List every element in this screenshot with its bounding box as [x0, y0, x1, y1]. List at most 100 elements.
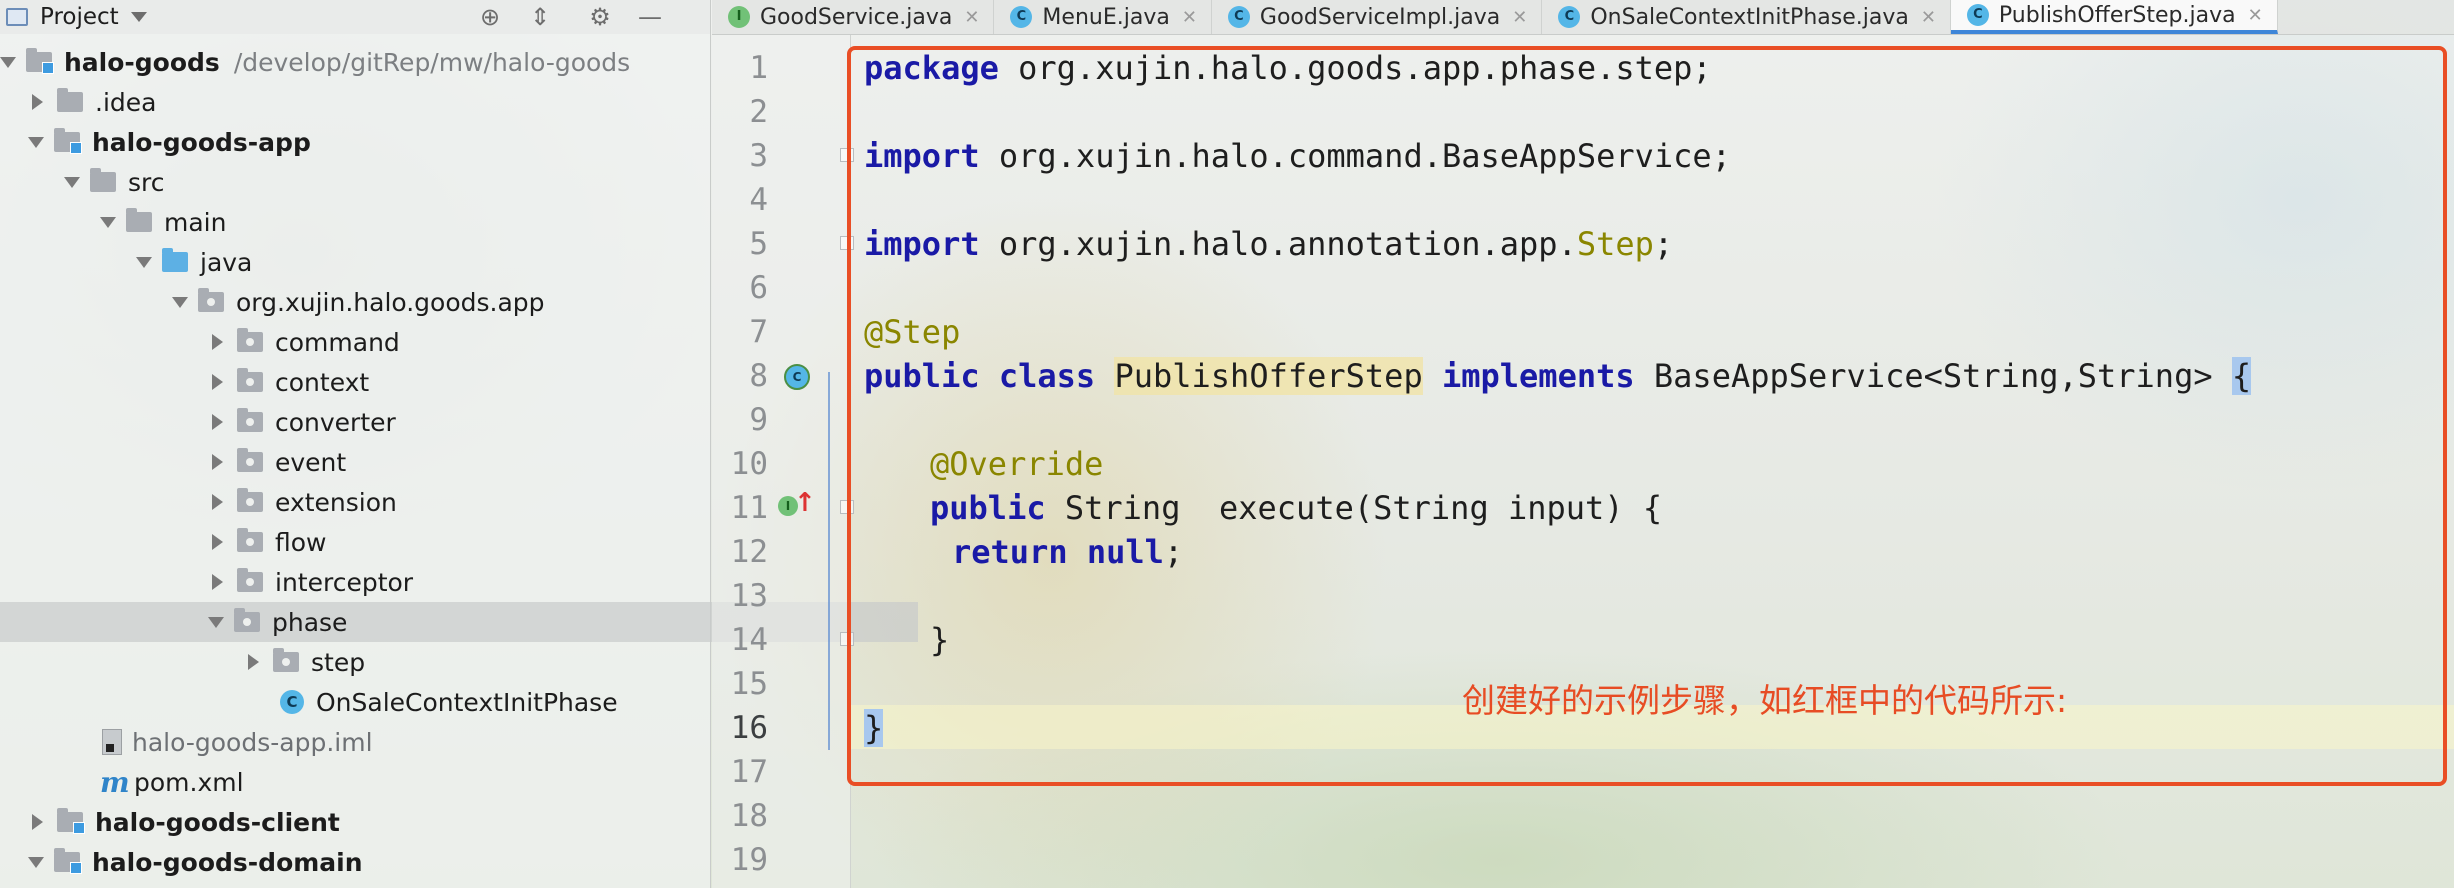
package-icon [237, 368, 263, 392]
line-number: 2 [749, 94, 768, 130]
line-number: 18 [730, 798, 768, 834]
chevron-right-icon[interactable] [212, 374, 223, 390]
line-number: 9 [749, 402, 768, 438]
tab-label: GoodServiceImpl.java [1259, 4, 1501, 30]
tree-item-main[interactable]: main [0, 202, 810, 242]
tree-item-halo-goods-app[interactable]: halo-goods-app [0, 122, 738, 162]
chevron-right-icon[interactable] [212, 574, 223, 590]
line-number: 11 [730, 490, 768, 526]
close-icon[interactable]: ✕ [1182, 7, 1197, 28]
tree-item-label: converter [275, 407, 396, 437]
tree-item-label: java [200, 247, 253, 277]
line-number: 6 [749, 270, 768, 306]
tab-onsalecontextinitphase[interactable]: C OnSaleContextInitPhase.java ✕ [1542, 0, 1951, 34]
collapse-icon[interactable]: ⇕ [526, 4, 554, 30]
tree-item-label: halo-goods [64, 47, 220, 77]
line-number: 7 [749, 314, 768, 350]
chevron-down-icon[interactable] [0, 56, 16, 68]
tree-item-halo-goods-domain[interactable]: halo-goods-domain [0, 842, 738, 882]
package-icon [198, 288, 224, 312]
line-number: 16 [730, 710, 768, 746]
chevron-right-icon[interactable] [32, 94, 43, 110]
package-icon [237, 408, 263, 432]
tree-item-label: halo-goods-app.iml [132, 727, 373, 757]
tab-publishofferstep[interactable]: C PublishOfferStep.java ✕ [1950, 0, 2278, 34]
tree-item-label: step [311, 647, 366, 677]
chevron-right-icon[interactable] [212, 454, 223, 470]
module-folder-icon [57, 808, 85, 834]
folder-icon [57, 88, 83, 112]
tree-item-iml[interactable]: halo-goods-app.iml [0, 722, 812, 762]
chevron-right-icon[interactable] [32, 814, 43, 830]
tab-goodserviceimpl[interactable]: C GoodServiceImpl.java ✕ [1212, 0, 1543, 34]
chevron-down-icon[interactable] [208, 616, 224, 628]
implemented-class-icon[interactable]: C [784, 364, 810, 390]
tab-label: PublishOfferStep.java [1998, 2, 2236, 28]
project-title[interactable]: Project [40, 4, 119, 30]
package-icon [237, 448, 263, 472]
iml-file-icon [102, 729, 122, 755]
close-icon[interactable]: ✕ [964, 7, 979, 28]
class-icon: C [1558, 6, 1581, 28]
tree-item-label: halo-goods-domain [92, 847, 363, 877]
arrow-up-icon[interactable]: ↑ [794, 488, 816, 518]
line-number: 3 [749, 138, 768, 174]
package-icon [273, 648, 299, 672]
hide-icon[interactable]: — [636, 4, 664, 30]
close-icon[interactable]: ✕ [1512, 7, 1527, 28]
tree-item-halo-goods[interactable]: halo-goods /develop/gitRep/mw/halo-goods [0, 42, 710, 82]
chevron-down-icon[interactable] [28, 856, 44, 868]
tree-item-label: main [164, 207, 227, 237]
package-icon [237, 488, 263, 512]
chevron-down-icon[interactable] [28, 136, 44, 148]
package-icon [237, 568, 263, 592]
chevron-down-icon[interactable] [100, 216, 116, 228]
chevron-right-icon[interactable] [248, 654, 259, 670]
line-number: 19 [730, 842, 768, 878]
tree-item-src[interactable]: src [0, 162, 774, 202]
tab-label: MenuE.java [1042, 4, 1170, 30]
class-icon: C [280, 690, 304, 714]
line-number: 14 [730, 622, 768, 658]
tree-item-idea[interactable]: .idea [0, 82, 738, 122]
gear-icon[interactable]: ⚙ [586, 4, 614, 30]
annotation-caption: 创建好的示例步骤，如红框中的代码所示: [1462, 681, 2068, 720]
tree-item-label: flow [275, 527, 327, 557]
package-icon [237, 328, 263, 352]
class-icon: C [1966, 4, 1989, 26]
chevron-down-icon[interactable] [136, 256, 152, 268]
tree-item-pom[interactable]: m pom.xml [0, 762, 810, 802]
line-number: 1 [749, 50, 768, 86]
tree-item-label: halo-goods-client [95, 807, 340, 837]
tree-item-halo-goods-client[interactable]: halo-goods-client [0, 802, 738, 842]
line-number: 8 [749, 358, 768, 394]
folder-icon [126, 208, 152, 232]
line-number: 5 [749, 226, 768, 262]
change-marker [828, 372, 830, 750]
chevron-right-icon[interactable] [212, 414, 223, 430]
chevron-down-icon[interactable] [64, 176, 80, 188]
tab-menue[interactable]: C MenuE.java ✕ [994, 0, 1212, 34]
tree-item-label: interceptor [275, 567, 414, 597]
interface-icon: I [728, 6, 750, 28]
tree-item-label: event [275, 447, 347, 477]
tree-item-label: command [275, 327, 400, 357]
source-folder-icon [162, 248, 188, 272]
package-icon [234, 608, 260, 632]
tree-item-label: phase [272, 607, 348, 637]
chevron-down-icon[interactable] [130, 12, 147, 22]
chevron-right-icon[interactable] [212, 334, 223, 350]
maven-icon: m [100, 765, 130, 799]
editor-tabs: I GoodService.java ✕ C MenuE.java ✕ C Go… [712, 0, 2454, 35]
close-icon[interactable]: ✕ [1921, 7, 1936, 28]
locate-icon[interactable]: ⊕ [476, 4, 504, 30]
tree-item-label: context [275, 367, 370, 397]
chevron-right-icon[interactable] [212, 534, 223, 550]
tree-item-label: .idea [95, 87, 157, 117]
chevron-down-icon[interactable] [172, 296, 188, 308]
close-icon[interactable]: ✕ [2248, 5, 2263, 26]
tab-goodservice[interactable]: I GoodService.java ✕ [712, 0, 995, 34]
chevron-right-icon[interactable] [212, 494, 223, 510]
line-number: 15 [730, 666, 768, 702]
project-panel-header: Project ⊕ ⇕ ⚙ — [0, 0, 710, 34]
